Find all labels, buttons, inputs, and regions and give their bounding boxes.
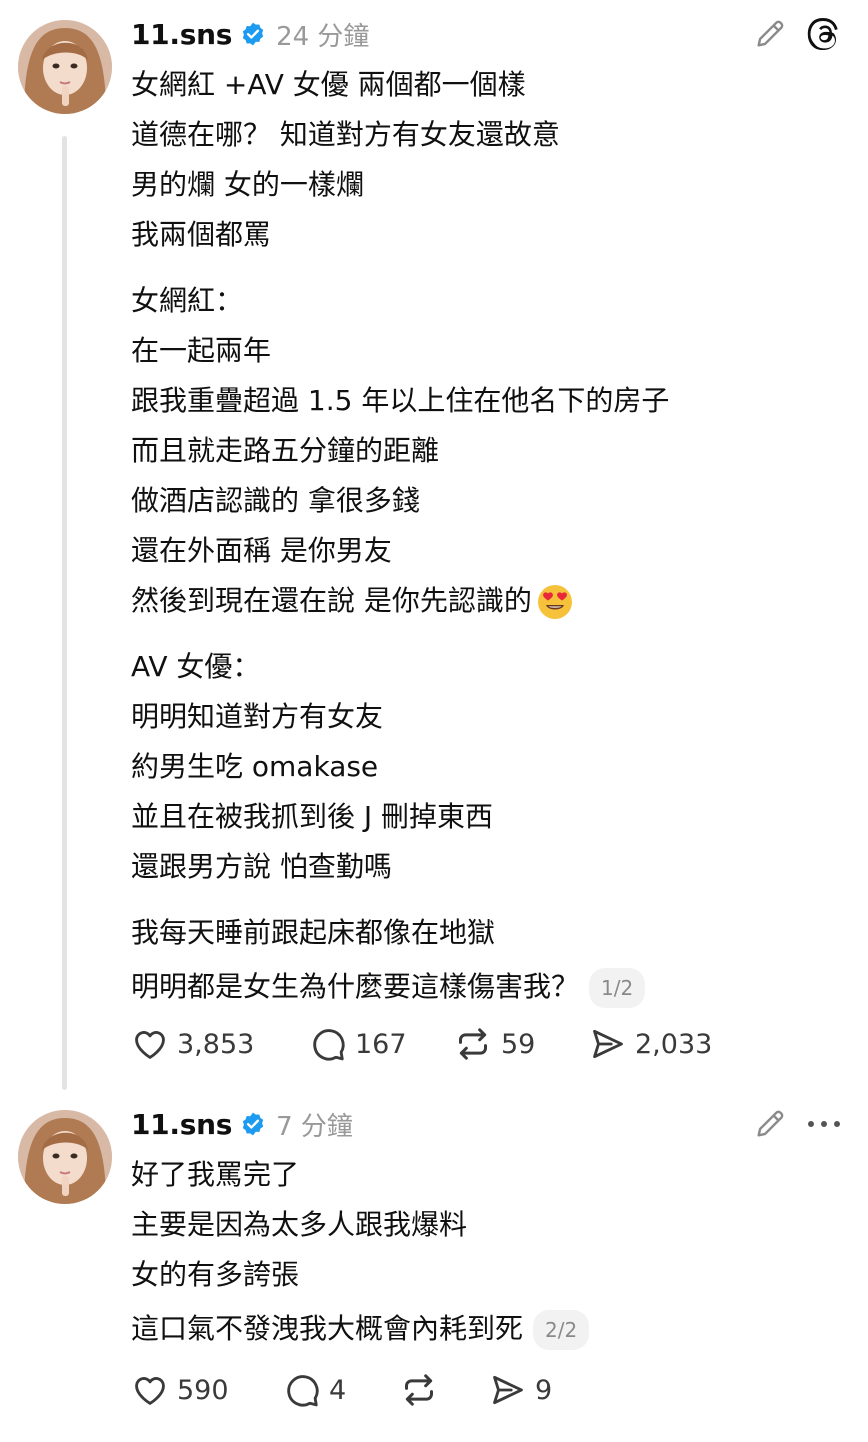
post-top-actions	[750, 14, 844, 54]
repost-icon	[399, 1370, 439, 1410]
heart-eyes-emoji	[536, 583, 574, 621]
like-button[interactable]: 3,853	[131, 1025, 309, 1063]
thread-post-2: 11.sns 7 分鐘 好了我罵完了 主要是因為太多人跟我爆料 女的有多誇張 這…	[0, 1090, 868, 1442]
repost-icon	[453, 1024, 493, 1064]
post-actions: 3,853 167 59 2,033	[131, 1022, 712, 1066]
thread-post-1: 11.sns 24 分鐘 女網紅 +AV 女優 兩個都一個樣 道德在哪？ 知道對…	[0, 0, 868, 1090]
username[interactable]: 11.sns	[131, 1108, 232, 1141]
post-text-line: 做酒店認識的 拿很多錢	[131, 484, 420, 517]
post-text-line: 主要是因為太多人跟我爆料	[131, 1208, 468, 1241]
like-count: 590	[177, 1374, 229, 1406]
share-icon	[589, 1025, 627, 1063]
post-time: 7 分鐘	[276, 1111, 353, 1142]
comment-icon	[283, 1371, 321, 1409]
post-text-line: 約男生吃 omakase	[131, 750, 379, 783]
username[interactable]: 11.sns	[131, 18, 232, 51]
post-text-line: 在一起兩年	[131, 334, 272, 367]
post-text-line: 道德在哪？ 知道對方有女友還故意	[131, 118, 560, 151]
more-options-icon[interactable]	[802, 1104, 846, 1144]
repost-button[interactable]: 59	[453, 1024, 589, 1064]
post-header: 11.sns 24 分鐘	[131, 14, 369, 54]
post-text-line: 男的爛 女的一樣爛	[131, 168, 364, 201]
post-text: 這口氣不發洩我大概會內耗到死	[131, 1312, 524, 1345]
share-button[interactable]: 2,033	[589, 1025, 712, 1063]
post-header: 11.sns 7 分鐘	[131, 1104, 353, 1144]
post-text-line-with-badge: 明明都是女生為什麼要這樣傷害我？ 1/2	[131, 958, 831, 1016]
reply-count: 167	[355, 1028, 407, 1060]
share-button[interactable]: 9	[489, 1371, 552, 1409]
post-top-actions	[750, 1104, 846, 1144]
post-text-line: 我每天睡前跟起床都像在地獄	[131, 916, 496, 949]
pencil-icon[interactable]	[750, 14, 790, 54]
post-text-line: 並且在被我抓到後 J 刪掉東西	[131, 800, 494, 833]
post-text-line-with-badge: 這口氣不發洩我大概會內耗到死 2/2	[131, 1300, 831, 1358]
repost-count: 59	[501, 1028, 536, 1060]
post-actions: 590 4 9	[131, 1368, 552, 1412]
heart-icon	[131, 1371, 169, 1409]
avatar[interactable]	[18, 20, 112, 114]
avatar[interactable]	[18, 1110, 112, 1204]
share-icon	[489, 1371, 527, 1409]
post-text-line: 好了我罵完了	[131, 1158, 300, 1191]
post-text-line: 明明知道對方有女友	[131, 700, 384, 733]
post-text-line: 跟我重疊超過 1.5 年以上住在他名下的房子	[131, 384, 670, 417]
comment-icon	[309, 1025, 347, 1063]
reply-button[interactable]: 167	[309, 1025, 453, 1063]
threads-logo-icon[interactable]	[804, 14, 844, 54]
post-text-line: 還在外面稱 是你男友	[131, 534, 392, 567]
post-body: 女網紅 +AV 女優 兩個都一個樣 道德在哪？ 知道對方有女友還故意 男的爛 女…	[131, 60, 831, 1016]
post-text-line: 還跟男方說 怕查勤嗎	[131, 850, 392, 883]
post-text-line: 女網紅 +AV 女優 兩個都一個樣	[131, 68, 526, 101]
repost-button[interactable]	[399, 1370, 489, 1410]
post-text-line-with-emoji: 然後到現在還在說 是你先認識的	[131, 576, 831, 626]
thread-page-badge: 2/2	[533, 1310, 590, 1350]
post-text-line: 而且就走路五分鐘的距離	[131, 434, 440, 467]
reply-button[interactable]: 4	[283, 1371, 399, 1409]
heart-icon	[131, 1025, 169, 1063]
reply-count: 4	[329, 1374, 347, 1406]
like-count: 3,853	[177, 1028, 255, 1060]
post-text-line: 女的有多誇張	[131, 1258, 300, 1291]
thread-connector-line	[62, 136, 67, 1090]
post-text-line: AV 女優：	[131, 650, 261, 683]
post-text: 然後到現在還在說 是你先認識的	[131, 584, 532, 617]
thread-page-badge: 1/2	[589, 968, 646, 1008]
verified-badge-icon	[240, 21, 266, 47]
share-count: 2,033	[635, 1028, 713, 1060]
post-body: 好了我罵完了 主要是因為太多人跟我爆料 女的有多誇張 這口氣不發洩我大概會內耗到…	[131, 1150, 831, 1358]
post-text-line: 女網紅：	[131, 284, 244, 317]
like-button[interactable]: 590	[131, 1371, 283, 1409]
pencil-icon[interactable]	[750, 1104, 790, 1144]
post-text: 明明都是女生為什麼要這樣傷害我？	[131, 970, 580, 1003]
post-text-line: 我兩個都罵	[131, 218, 272, 251]
post-time: 24 分鐘	[276, 21, 370, 52]
share-count: 9	[535, 1374, 553, 1406]
verified-badge-icon	[240, 1111, 266, 1137]
